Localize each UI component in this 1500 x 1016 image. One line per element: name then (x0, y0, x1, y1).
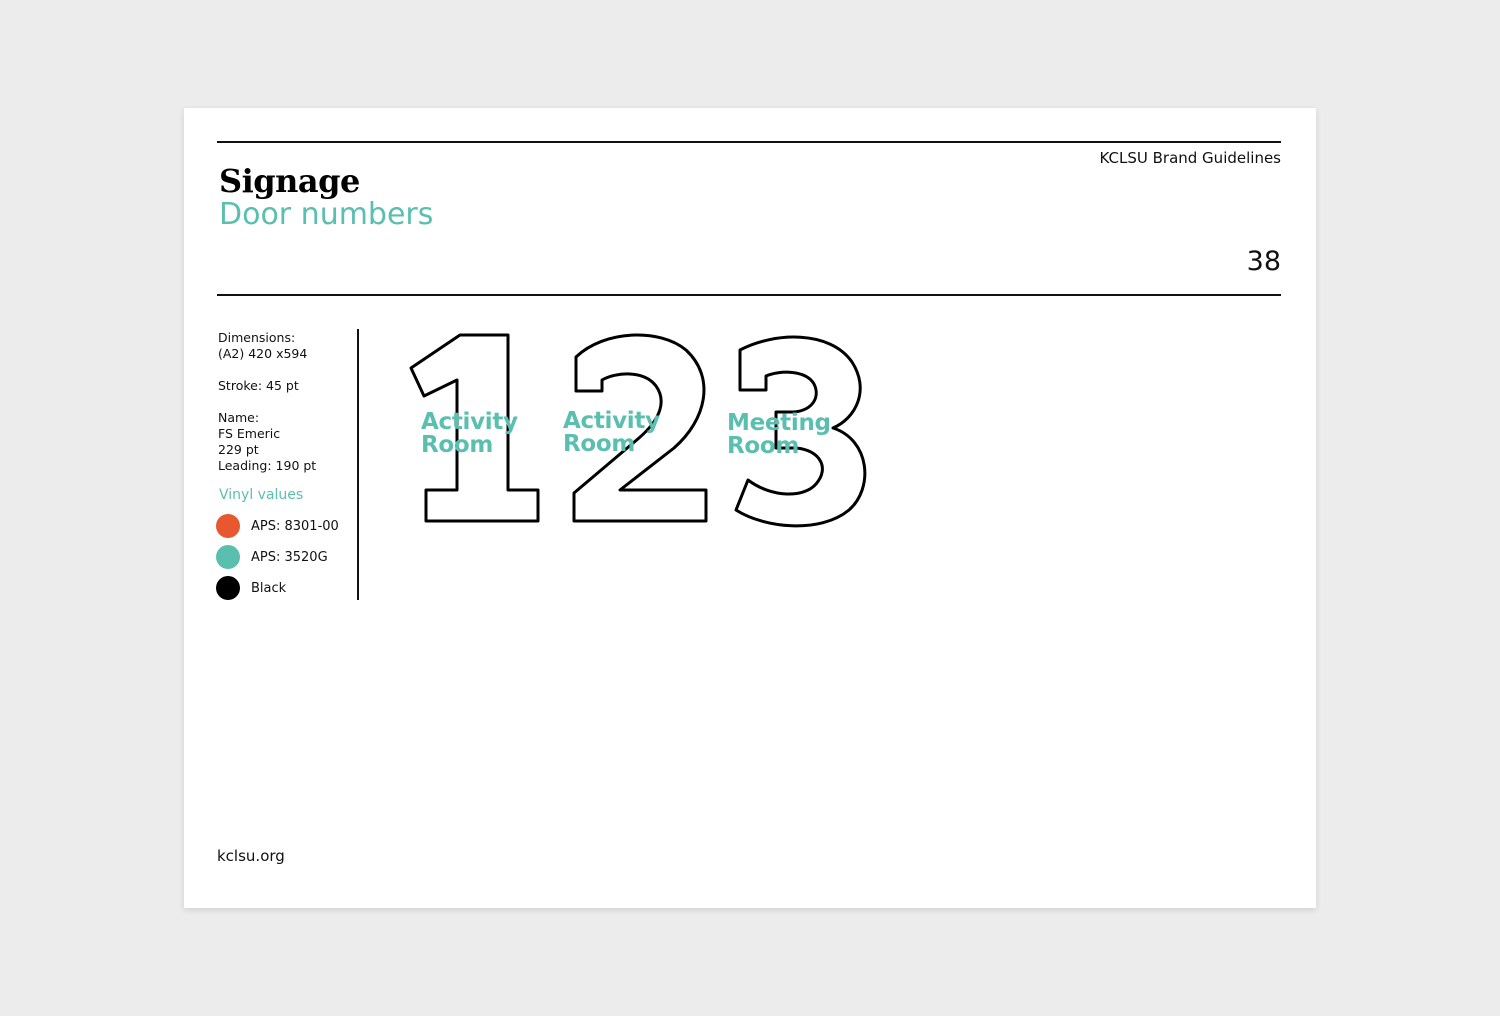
swatch-row-orange: APS: 8301-00 (216, 514, 339, 538)
font-size: 229 pt (218, 442, 259, 457)
footer-url[interactable]: kclsu.org (217, 847, 285, 865)
color-swatch (216, 514, 240, 538)
guideline-page: KCLSU Brand Guidelines Signage Door numb… (184, 108, 1316, 908)
column-divider (357, 329, 359, 600)
spec-list: Dimensions: (A2) 420 x594 Stroke: 45 pt … (218, 330, 316, 474)
stroke-value: Stroke: 45 pt (218, 378, 299, 393)
swatch-label: APS: 3520G (251, 549, 328, 565)
page-title: Signage (219, 162, 360, 200)
font-name: FS Emeric (218, 426, 281, 441)
sign-two-line2: Room (563, 431, 636, 457)
dimensions-label: Dimensions: (218, 330, 296, 345)
sign-one-line1: Activity (421, 409, 518, 435)
sign-three-label: Meeting Room (727, 412, 831, 458)
sign-two-line1: Activity (563, 408, 660, 434)
color-swatch (216, 576, 240, 600)
page-subtitle: Door numbers (219, 197, 434, 232)
sign-two-label: Activity Room (563, 410, 660, 456)
vinyl-heading: Vinyl values (219, 487, 304, 503)
swatch-label: APS: 8301-00 (251, 518, 339, 534)
swatch-label: Black (251, 580, 287, 596)
dimensions-value: (A2) 420 x594 (218, 346, 308, 361)
swatch-row-black: Black (216, 576, 286, 600)
sign-three-line2: Room (727, 433, 800, 459)
top-rule (217, 141, 1281, 143)
color-swatch (216, 545, 240, 569)
name-label: Name: (218, 410, 260, 425)
brand-name: KCLSU Brand Guidelines (1099, 149, 1282, 167)
section-rule (217, 294, 1281, 296)
page-number: 38 (1246, 246, 1281, 277)
sign-one-label: Activity Room (421, 411, 518, 457)
sign-three-line1: Meeting (727, 410, 831, 436)
leading-value: Leading: 190 pt (218, 458, 317, 473)
swatch-row-teal: APS: 3520G (216, 545, 328, 569)
sign-one-line2: Room (421, 432, 494, 458)
